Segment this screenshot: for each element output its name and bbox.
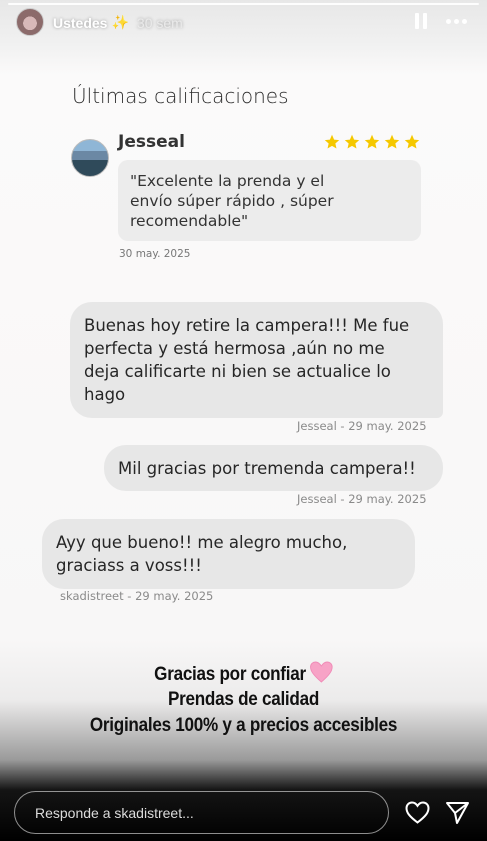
reviewer-name: Jesseal <box>118 132 185 152</box>
caption-line-1: Gracias por confiar <box>24 661 462 686</box>
chat-meta-3: skadistreet - 29 may. 2025 <box>60 589 214 603</box>
reviewer-avatar <box>71 139 109 177</box>
post-time: 30 sem <box>136 14 183 31</box>
more-icon[interactable] <box>446 14 470 28</box>
avatar[interactable] <box>16 7 44 36</box>
review-text: "Excelente la prenda y el envío súper rá… <box>118 160 421 241</box>
rating-title: Últimas calificaciones <box>72 84 289 108</box>
reply-input[interactable] <box>35 804 355 821</box>
star-icon <box>384 134 400 149</box>
star-icon <box>364 134 380 149</box>
caption-line-1-text: Gracias por confiar <box>154 664 306 685</box>
reply-bar <box>14 791 389 834</box>
sparkle-emoji: ✨ <box>111 14 129 31</box>
caption-line-2: Prendas de calidad <box>167 689 320 710</box>
chat-message-3: Ayy que bueno!! me alegro mucho, gracias… <box>42 519 415 589</box>
chat-message-1: Buenas hoy retire la campera!!! Me fue p… <box>70 302 443 418</box>
review-date: 30 may. 2025 <box>119 248 191 260</box>
pause-icon[interactable] <box>413 13 429 29</box>
star-icon <box>324 134 340 149</box>
star-icon <box>344 134 360 149</box>
chat-message-2: Mil gracias por tremenda campera!! <box>104 445 443 491</box>
chat-meta-2: Jesseal - 29 may. 2025 <box>297 492 427 506</box>
send-icon[interactable] <box>445 801 470 825</box>
caption-line-3: Originales 100% y a precios accesibles <box>89 715 398 736</box>
star-icon <box>404 134 420 149</box>
star-rating <box>324 134 420 154</box>
pink-heart-icon <box>309 661 333 683</box>
heart-icon[interactable] <box>405 801 430 824</box>
username[interactable]: Ustedes <box>53 15 107 31</box>
chat-meta-1: Jesseal - 29 may. 2025 <box>297 419 427 433</box>
